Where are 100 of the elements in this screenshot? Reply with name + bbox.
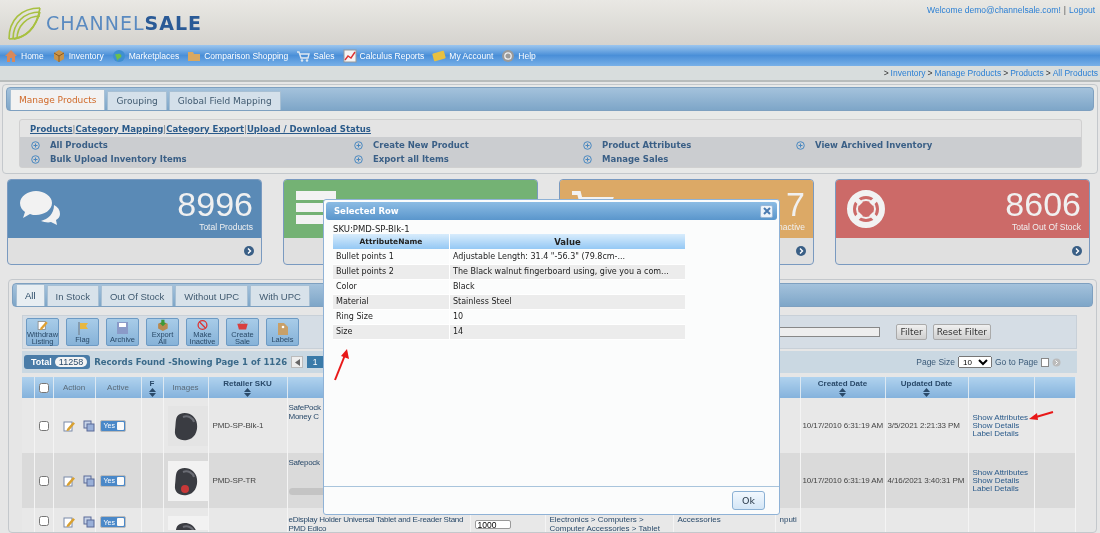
dialog-title: Selected Row bbox=[334, 206, 399, 216]
tab[interactable]: With UPC bbox=[250, 285, 310, 306]
table-cell: PMD-SP-Blk-1 bbox=[212, 421, 264, 430]
sku-label: SKU:PMD-SP-Blk-1 bbox=[332, 223, 411, 234]
plus-circle-icon bbox=[354, 140, 363, 150]
table-cell: 10/17/2010 6:31:19 AM bbox=[802, 421, 884, 430]
filter-button[interactable]: Filter bbox=[896, 324, 927, 340]
help-icon bbox=[501, 48, 516, 63]
tab[interactable]: Manage Products bbox=[10, 89, 106, 110]
page-size-label: Page Size bbox=[916, 357, 955, 367]
product-title[interactable]: eDisplay Holder Universal Tablet and E-reader Stand PMD Edico bbox=[288, 516, 464, 532]
sort-icon bbox=[244, 387, 251, 397]
nav-item[interactable]: Comparison Shopping bbox=[187, 48, 289, 63]
globe-icon bbox=[111, 48, 126, 63]
sort-icon bbox=[923, 387, 930, 397]
tab[interactable]: Out Of Stock bbox=[100, 285, 174, 306]
table-cell: PMD-SP-TR bbox=[212, 476, 257, 485]
copy-icon bbox=[82, 474, 94, 487]
chevron-circle-icon bbox=[1072, 246, 1082, 256]
page-number-field[interactable] bbox=[1041, 357, 1049, 367]
table-cell: 3/5/2021 2:21:33 PM bbox=[887, 421, 960, 430]
action-link[interactable]: Export all Items bbox=[373, 154, 449, 164]
tab[interactable]: Global Field Mapping bbox=[168, 91, 281, 110]
row-checkbox[interactable] bbox=[38, 420, 49, 431]
filter-button[interactable]: Reset Filter bbox=[932, 324, 991, 340]
stat-number: 8606 bbox=[1005, 186, 1081, 222]
chevron-circle-icon bbox=[796, 246, 806, 256]
go-icon bbox=[1052, 357, 1061, 367]
plus-circle-icon bbox=[583, 154, 592, 164]
nav-item[interactable]: Help bbox=[501, 48, 536, 63]
link[interactable]: Category Mapping bbox=[75, 123, 164, 134]
breadcrumb-link[interactable]: Inventory bbox=[890, 68, 926, 78]
tab[interactable]: In Stock bbox=[46, 285, 99, 306]
separator-text: | bbox=[1063, 5, 1066, 15]
box-icon bbox=[51, 48, 66, 63]
action-link[interactable]: All Products bbox=[50, 140, 108, 150]
stat-number: 7 bbox=[786, 186, 805, 222]
row-checkbox[interactable] bbox=[38, 516, 49, 526]
breadcrumb-link[interactable]: Products bbox=[1010, 68, 1044, 78]
breadcrumb-separator: > bbox=[927, 68, 933, 78]
nav-item[interactable]: My Account bbox=[432, 48, 494, 63]
box-icon bbox=[155, 319, 170, 331]
floppy-icon bbox=[115, 321, 130, 336]
previous-page-button[interactable] bbox=[291, 356, 304, 368]
quantity-field[interactable]: 1000 bbox=[474, 520, 511, 529]
close-button[interactable] bbox=[760, 204, 773, 218]
breadcrumb-separator: > bbox=[883, 68, 889, 78]
link[interactable]: Show Details bbox=[972, 421, 1020, 430]
link[interactable]: Category Export bbox=[166, 123, 245, 134]
annotation-arrow bbox=[334, 349, 349, 381]
table-cell: 10/17/2010 6:31:19 AM bbox=[802, 476, 884, 485]
link[interactable]: Label Details bbox=[972, 429, 1019, 438]
stat-card[interactable]: 8606 Total Out Of Stock bbox=[835, 179, 1090, 265]
action-link[interactable]: Product Attributes bbox=[602, 140, 692, 150]
ok-button[interactable]: Ok bbox=[732, 491, 765, 510]
lifebuoy-icon bbox=[846, 189, 886, 229]
link[interactable]: Show Details bbox=[972, 476, 1020, 485]
breadcrumb-link[interactable]: Manage Products bbox=[934, 68, 1002, 78]
link[interactable]: Products bbox=[30, 123, 73, 134]
action-link[interactable]: View Archived Inventory bbox=[815, 140, 933, 150]
go-to-page-label: Go to Page bbox=[995, 357, 1038, 367]
logo-text: CHANNELSALE bbox=[46, 11, 203, 34]
tab[interactable]: Grouping bbox=[107, 91, 167, 110]
table-cell: Bullet points 1 bbox=[333, 249, 450, 264]
table-cell-text: nputi bbox=[779, 516, 798, 525]
breadcrumb-separator: > bbox=[1045, 68, 1051, 78]
page-size-select[interactable]: 10 bbox=[958, 356, 992, 368]
logout-link[interactable]: Logout bbox=[1069, 5, 1095, 15]
tab[interactable]: All bbox=[16, 284, 45, 306]
tab[interactable]: Without UPC bbox=[175, 285, 249, 306]
select-all-checkbox[interactable] bbox=[38, 382, 49, 393]
stat-number: 8996 bbox=[177, 186, 253, 222]
nav-item[interactable]: Home bbox=[4, 48, 44, 63]
row-checkbox[interactable] bbox=[38, 475, 49, 486]
action-link[interactable]: Manage Sales bbox=[602, 154, 669, 164]
link[interactable]: Label Details bbox=[972, 484, 1019, 493]
logo-icon bbox=[6, 4, 42, 41]
link[interactable]: Show Attributes bbox=[972, 413, 1029, 422]
action-link[interactable]: Bulk Upload Inventory Items bbox=[50, 154, 187, 164]
nav-item[interactable]: Calculus Reports bbox=[342, 48, 425, 63]
link[interactable]: Show Attributes bbox=[972, 468, 1029, 477]
stat-card[interactable]: 8996 Total Products bbox=[7, 179, 262, 265]
page-button[interactable]: 1 bbox=[307, 356, 324, 368]
flag-icon bbox=[75, 321, 90, 336]
separator-text: | bbox=[163, 123, 167, 134]
welcome-link[interactable]: Welcome demo@channelsale.com! bbox=[927, 5, 1061, 15]
breadcrumb-link[interactable]: All Products bbox=[1052, 68, 1098, 78]
table-cell: Black bbox=[449, 279, 685, 294]
nav-item[interactable]: Inventory bbox=[51, 48, 104, 63]
action-link[interactable]: Create New Product bbox=[373, 140, 469, 150]
edit-icon bbox=[62, 419, 75, 432]
nav-item[interactable]: Sales bbox=[296, 48, 335, 63]
plus-circle-icon bbox=[31, 140, 40, 150]
stat-label: nactive bbox=[778, 222, 805, 232]
nav-item[interactable]: Marketplaces bbox=[111, 48, 180, 63]
home-icon bbox=[4, 48, 18, 63]
link[interactable]: Upload / Download Status bbox=[246, 123, 371, 134]
column-header: Value bbox=[449, 234, 685, 249]
stat-label: Total Products bbox=[199, 222, 253, 232]
close-icon bbox=[762, 207, 771, 215]
